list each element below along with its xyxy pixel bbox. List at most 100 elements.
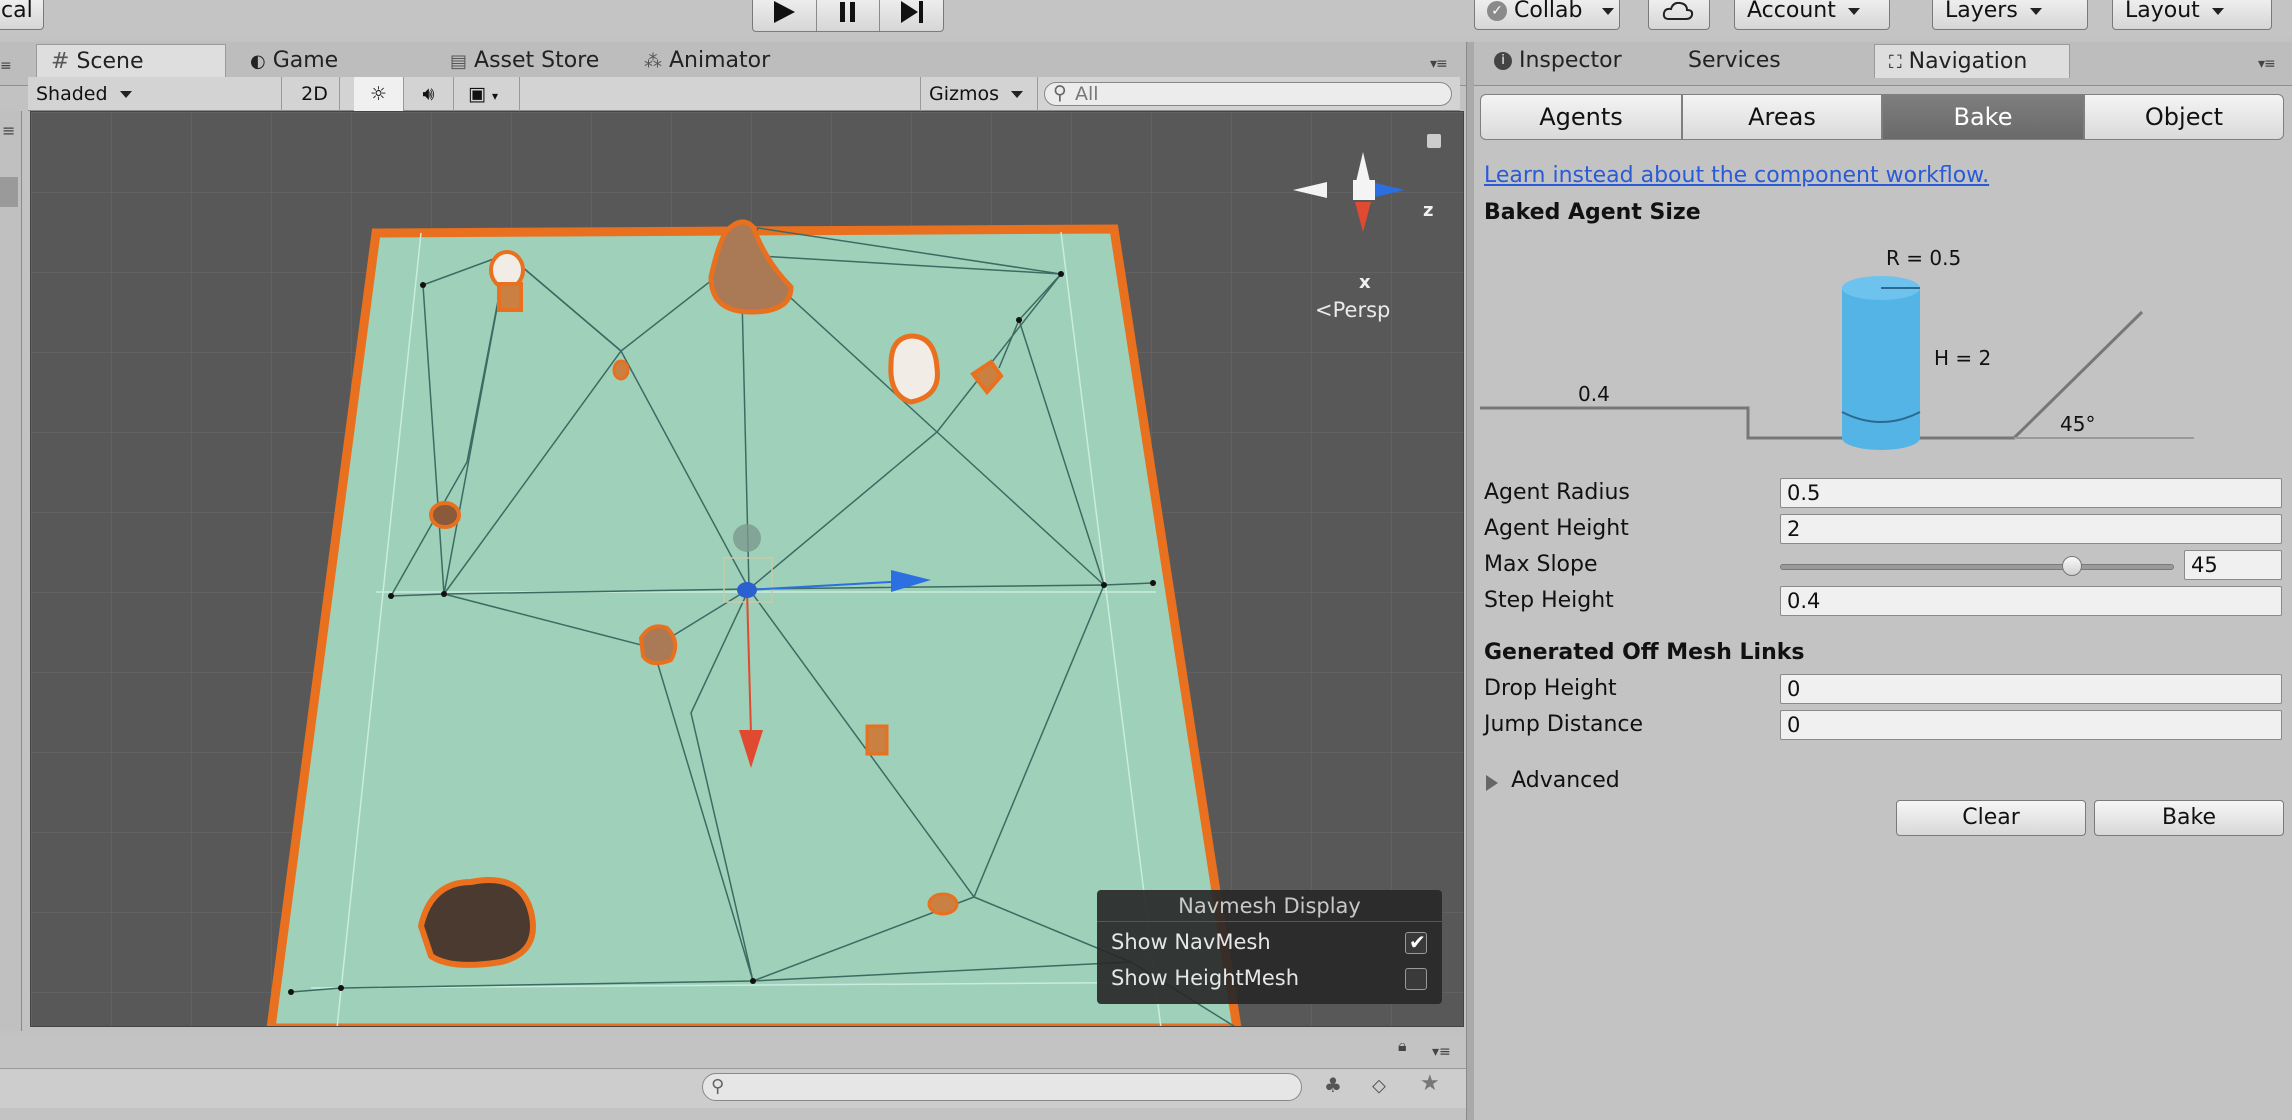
show-navmesh-checkbox[interactable]: ✔ [1405,930,1427,954]
off-mesh-links-title: Generated Off Mesh Links [1484,640,1805,665]
panel-splitter[interactable] [1466,42,1474,1120]
drop-height-label: Drop Height [1484,676,1617,701]
max-slope-slider-thumb[interactable] [2062,556,2082,576]
bottom-lock-icon[interactable]: 🔒︎ [1398,1036,1407,1056]
checkmark-icon: ✔ [1409,930,1426,954]
jump-distance-field[interactable]: 0 [1780,710,2282,740]
agent-size-diagram [1480,276,2194,450]
pivot-local-toggle[interactable]: cal [0,0,44,30]
favorite-star-icon[interactable]: ★ [1420,1071,1440,1096]
left-scrollbar-thumb[interactable] [0,177,18,207]
lock-icon[interactable] [1427,134,1441,148]
mode-2d-label: 2D [301,83,328,105]
filter-label-icon[interactable]: ⬦ [1372,1073,1386,1097]
cloud-button[interactable] [1648,0,1710,30]
gizmos-label: Gizmos [929,83,1000,105]
inspector-tab-menu-icon[interactable]: ▾≡ [2258,56,2276,72]
navmesh-display-title: Navmesh Display [1097,890,1442,922]
sun-icon: ☼ [369,83,388,105]
hierarchy-menu-icon[interactable]: ≡ [2,121,15,140]
tab-animator[interactable]: ⁂ Animator [630,44,770,78]
navigation-icon: ⛶ [1889,52,1902,73]
tab-services-label: Services [1688,48,1781,73]
scene-search-input[interactable]: ⚲ All [1044,82,1452,106]
tab-inspector-label: Inspector [1519,48,1622,73]
axis-z-label: z [1423,200,1434,221]
tab-services[interactable]: Services [1674,44,1781,78]
tab-inspector[interactable]: i Inspector [1480,44,1622,78]
agent-radius-field[interactable]: 0.5 [1780,478,2282,508]
segment-bake-label: Bake [1953,103,2013,131]
step-button[interactable] [880,0,943,31]
pause-button[interactable] [817,0,881,31]
agent-radius-label: Agent Radius [1484,480,1630,505]
play-button[interactable] [753,0,817,31]
bottom-panel: 🔒︎ ▾≡ ⚲ ♣ ⬦ ★ [0,1034,1470,1120]
agent-height-field[interactable]: 2 [1780,514,2282,544]
tab-navigation[interactable]: ⛶ Navigation [1874,44,2070,78]
step-height-field[interactable]: 0.4 [1780,586,2282,616]
agent-height-label: Agent Height [1484,516,1629,541]
main-toolbar: cal ✓ Collab Account Layers Layout [0,0,2292,36]
component-workflow-link[interactable]: Learn instead about the component workfl… [1484,163,1989,188]
shading-mode-dropdown[interactable]: Shaded [28,77,282,111]
perspective-icon: < [1315,298,1333,322]
tab-game[interactable]: ◐ Game [236,44,338,78]
tab-asset-store-label: Asset Store [474,48,600,73]
bottom-panel-menu-icon[interactable]: ▾≡ [1432,1044,1451,1060]
account-dropdown[interactable]: Account [1734,0,1890,30]
tab-asset-store[interactable]: ▤ Asset Store [436,44,599,78]
audio-toggle[interactable]: 🔊︎ [404,77,454,111]
bake-button[interactable]: Bake [2094,800,2284,836]
tab-animator-label: Animator [669,48,771,73]
segment-areas-label: Areas [1748,103,1816,131]
layout-dropdown[interactable]: Layout [2112,0,2272,30]
segment-areas[interactable]: Areas [1682,94,1882,140]
cloud-icon [1662,1,1694,20]
layout-label: Layout [2125,0,2200,23]
left-panel-menu-icon[interactable]: ≡ [0,58,20,74]
game-icon: ◐ [250,51,266,72]
search-icon: ⚲ [1053,82,1067,104]
drop-height-field[interactable]: 0 [1780,674,2282,704]
clear-button[interactable]: Clear [1896,800,2086,836]
effects-dropdown[interactable]: ▣ ▾ [460,77,520,111]
orientation-gizmo[interactable] [1293,152,1433,272]
baked-agent-size-title: Baked Agent Size [1484,200,1701,225]
segment-agents[interactable]: Agents [1480,94,1682,140]
filter-type-icon[interactable]: ♣ [1324,1073,1342,1097]
advanced-foldout[interactable]: Advanced [1486,768,1620,793]
toggle-2d-button[interactable]: 2D [290,77,340,111]
store-icon: ▤ [450,51,468,72]
axis-x-label: x [1359,272,1371,293]
max-slope-slider-track[interactable] [1780,564,2174,570]
segment-object-label: Object [2144,103,2224,131]
segment-agents-label: Agents [1539,103,1623,131]
segment-bake[interactable]: Bake [1882,94,2084,140]
collab-label: Collab [1514,0,1583,23]
show-heightmesh-label: Show HeightMesh [1111,966,1300,990]
shading-mode-label: Shaded [36,83,108,105]
collab-dropdown[interactable]: ✓ Collab [1474,0,1620,30]
image-icon: ▣ [468,83,486,105]
advanced-label: Advanced [1511,768,1620,793]
lighting-toggle[interactable]: ☼ [354,77,404,111]
navmesh-display-overlay: Navmesh Display Show NavMesh ✔ Show Heig… [1097,890,1442,1004]
scene-tab-menu-icon[interactable]: ▾≡ [1430,56,1448,72]
speaker-icon: 🔊︎ [422,83,435,105]
show-heightmesh-checkbox[interactable] [1405,968,1427,990]
tab-game-label: Game [272,48,339,73]
projection-label: Persp [1332,298,1391,322]
slope-diagram-label: 45° [2060,412,2096,436]
jump-distance-label: Jump Distance [1484,712,1644,737]
triangle-right-icon [1486,774,1498,791]
layers-dropdown[interactable]: Layers [1932,0,2088,30]
clear-button-label: Clear [1962,805,2020,830]
gizmos-dropdown[interactable]: Gizmos [920,77,1038,111]
project-search-input[interactable]: ⚲ [702,1073,1302,1101]
segment-object[interactable]: Object [2084,94,2284,140]
layers-label: Layers [1945,0,2018,23]
projection-toggle[interactable]: <Persp [1315,298,1390,322]
tab-scene[interactable]: # Scene [36,44,226,78]
max-slope-field[interactable]: 45 [2184,550,2282,580]
